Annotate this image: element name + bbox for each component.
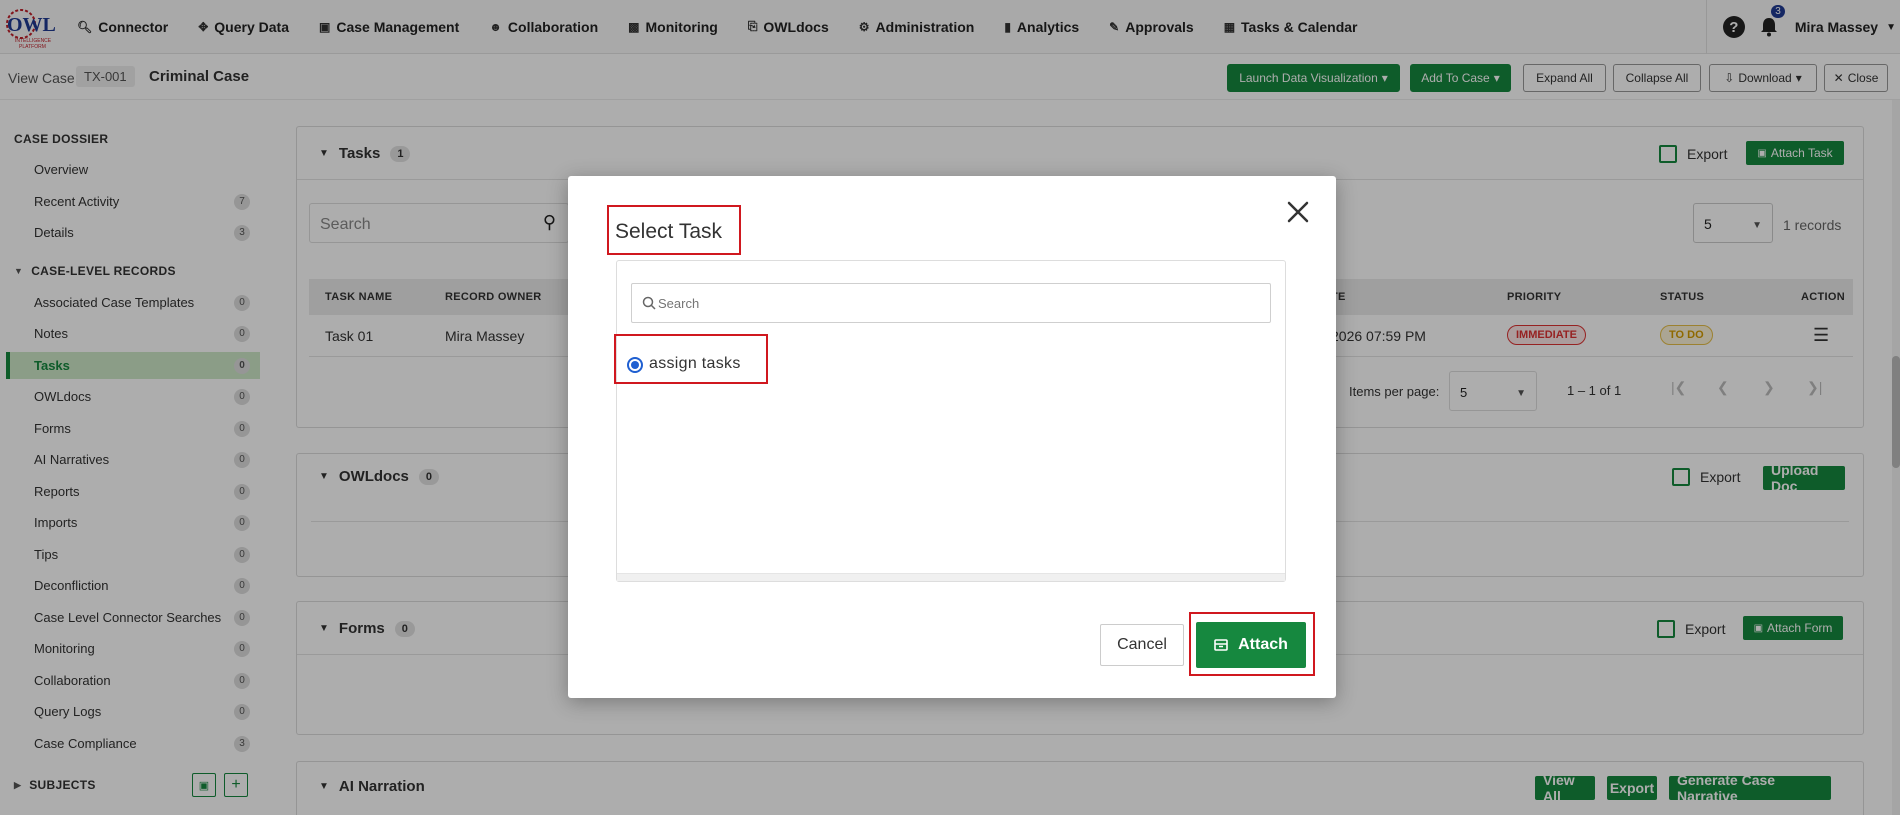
- search-icon: [642, 296, 656, 310]
- attach-highlight-box: [1189, 612, 1315, 676]
- task-search-input[interactable]: [658, 292, 1258, 314]
- modal-close-button[interactable]: [1282, 196, 1314, 228]
- list-horizontal-scrollbar[interactable]: [617, 573, 1285, 581]
- option-highlight-box: [614, 334, 768, 384]
- close-icon: [1287, 201, 1309, 223]
- cancel-button[interactable]: Cancel: [1100, 624, 1184, 666]
- task-options-list: assign tasks: [616, 260, 1286, 582]
- select-task-modal: Select Task assign tasks Cancel Attach: [568, 176, 1336, 698]
- task-search-field[interactable]: [631, 283, 1271, 323]
- title-highlight-box: [607, 205, 741, 255]
